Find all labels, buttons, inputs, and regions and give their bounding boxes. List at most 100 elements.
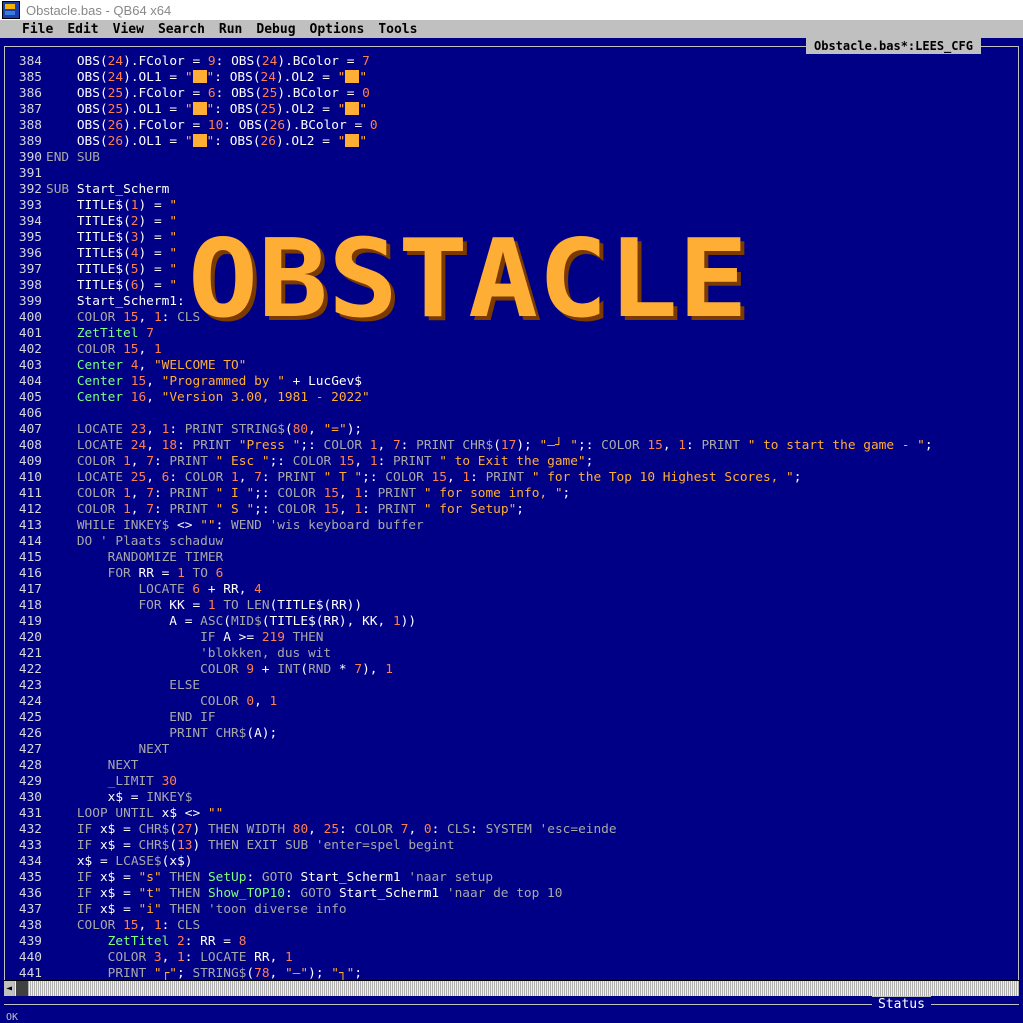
code-line[interactable]: 400 COLOR 15, 1: CLS (8, 310, 1016, 326)
code-text[interactable]: A = ASC(MID$(TITLE$(RR), KK, 1)) (46, 614, 416, 629)
code-text[interactable]: _LIMIT 30 (46, 774, 177, 789)
code-text[interactable]: SUB Start_Scherm (46, 182, 169, 197)
code-line[interactable]: 386 OBS(25).FColor = 6: OBS(25).BColor =… (8, 86, 1016, 102)
code-line[interactable]: 404 Center 15, "Programmed by " + LucGev… (8, 374, 1016, 390)
code-text[interactable]: PRINT "┌"; STRING$(78, "—"); "┐"; (46, 966, 362, 981)
code-text[interactable]: OBS(24).OL1 = " ": OBS(24).OL2 = " " (46, 70, 367, 85)
code-line[interactable]: 396 TITLE$(4) = " (8, 246, 1016, 262)
code-text[interactable]: COLOR 1, 7: PRINT " S ";: COLOR 15, 1: P… (46, 502, 524, 517)
code-text[interactable]: TITLE$(2) = " (46, 214, 177, 229)
file-tab[interactable]: Obstacle.bas*:LEES_CFG (806, 38, 981, 54)
code-line[interactable]: 409 COLOR 1, 7: PRINT " Esc ";: COLOR 15… (8, 454, 1016, 470)
code-text[interactable]: COLOR 15, 1 (46, 342, 162, 357)
code-text[interactable]: LOCATE 24, 18: PRINT "Press ";: COLOR 1,… (46, 438, 933, 453)
code-line[interactable]: 406 (8, 406, 1016, 422)
code-text[interactable]: NEXT (46, 742, 169, 757)
code-lines[interactable]: 384 OBS(24).FColor = 9: OBS(24).BColor =… (8, 54, 1016, 982)
code-line[interactable]: 413 WHILE INKEY$ <> "": WEND 'wis keyboa… (8, 518, 1016, 534)
code-text[interactable]: x$ = LCASE$(x$) (46, 854, 193, 869)
code-text[interactable]: DO ' Plaats schaduw (46, 534, 223, 549)
code-line[interactable]: 392 SUB Start_Scherm (8, 182, 1016, 198)
code-text[interactable]: OBS(25).OL1 = " ": OBS(25).OL2 = " " (46, 102, 367, 117)
code-text[interactable]: ELSE (46, 678, 200, 693)
code-line[interactable]: 414 DO ' Plaats schaduw (8, 534, 1016, 550)
code-text[interactable]: IF x$ = CHR$(13) THEN EXIT SUB 'enter=sp… (46, 838, 455, 853)
code-text[interactable]: OBS(25).FColor = 6: OBS(25).BColor = 0 (46, 86, 370, 101)
code-text[interactable]: TITLE$(1) = " (46, 198, 177, 213)
code-line[interactable]: 438 COLOR 15, 1: CLS (8, 918, 1016, 934)
code-line[interactable]: 437 IF x$ = "i" THEN 'toon diverse info (8, 902, 1016, 918)
code-line[interactable]: 388 OBS(26).FColor = 10: OBS(26).BColor … (8, 118, 1016, 134)
code-text[interactable]: COLOR 9 + INT(RND * 7), 1 (46, 662, 393, 677)
code-text[interactable]: x$ = INKEY$ (46, 790, 193, 805)
code-text[interactable]: Center 4, "WELCOME TO" (46, 358, 247, 373)
code-line[interactable]: 435 IF x$ = "s" THEN SetUp: GOTO Start_S… (8, 870, 1016, 886)
code-text[interactable]: Center 15, "Programmed by " + LucGev$ (46, 374, 362, 389)
code-line[interactable]: 429 _LIMIT 30 (8, 774, 1016, 790)
code-text[interactable]: LOCATE 25, 6: COLOR 1, 7: PRINT " T ";: … (46, 470, 802, 485)
code-line[interactable]: 424 COLOR 0, 1 (8, 694, 1016, 710)
code-text[interactable]: LOCATE 6 + RR, 4 (46, 582, 261, 597)
code-line[interactable]: 387 OBS(25).OL1 = " ": OBS(25).OL2 = " " (8, 102, 1016, 118)
code-line[interactable]: 391 (8, 166, 1016, 182)
code-line[interactable]: 401 ZetTitel 7 (8, 326, 1016, 342)
code-text[interactable]: COLOR 1, 7: PRINT " Esc ";: COLOR 15, 1:… (46, 454, 594, 469)
menu-file[interactable]: File (22, 22, 53, 37)
code-text[interactable]: LOOP UNTIL x$ <> "" (46, 806, 224, 821)
code-line[interactable]: 440 COLOR 3, 1: LOCATE RR, 1 (8, 950, 1016, 966)
code-text[interactable]: RANDOMIZE TIMER (46, 550, 224, 565)
code-text[interactable]: LOCATE 23, 1: PRINT STRING$(80, "="); (46, 422, 362, 437)
code-text[interactable]: IF x$ = "t" THEN Show_TOP10: GOTO Start_… (46, 886, 563, 901)
code-text[interactable]: IF x$ = "i" THEN 'toon diverse info (46, 902, 347, 917)
code-line[interactable]: 431 LOOP UNTIL x$ <> "" (8, 806, 1016, 822)
code-line[interactable]: 407 LOCATE 23, 1: PRINT STRING$(80, "=")… (8, 422, 1016, 438)
code-text[interactable]: WHILE INKEY$ <> "": WEND 'wis keyboard b… (46, 518, 424, 533)
menu-tools[interactable]: Tools (378, 22, 417, 37)
code-text[interactable]: FOR RR = 1 TO 6 (46, 566, 224, 581)
code-line[interactable]: 389 OBS(26).OL1 = " ": OBS(26).OL2 = " " (8, 134, 1016, 150)
code-text[interactable]: FOR KK = 1 TO LEN(TITLE$(RR)) (46, 598, 362, 613)
scroll-thumb[interactable] (16, 981, 28, 996)
code-line[interactable]: 394 TITLE$(2) = " (8, 214, 1016, 230)
code-line[interactable]: 417 LOCATE 6 + RR, 4 (8, 582, 1016, 598)
code-line[interactable]: 427 NEXT (8, 742, 1016, 758)
menu-view[interactable]: View (113, 22, 144, 37)
code-line[interactable]: 422 COLOR 9 + INT(RND * 7), 1 (8, 662, 1016, 678)
code-line[interactable]: 433 IF x$ = CHR$(13) THEN EXIT SUB 'ente… (8, 838, 1016, 854)
code-text[interactable]: OBS(26).FColor = 10: OBS(26).BColor = 0 (46, 118, 378, 133)
code-line[interactable]: 426 PRINT CHR$(A); (8, 726, 1016, 742)
horizontal-scrollbar[interactable]: ◄ (4, 980, 1019, 996)
code-line[interactable]: 399 Start_Scherm1: (8, 294, 1016, 310)
code-line[interactable]: 428 NEXT (8, 758, 1016, 774)
code-text[interactable]: COLOR 15, 1: CLS (46, 310, 200, 325)
code-text[interactable]: TITLE$(5) = " (46, 262, 177, 277)
code-text[interactable]: IF x$ = CHR$(27) THEN WIDTH 80, 25: COLO… (46, 822, 617, 837)
code-line[interactable]: 430 x$ = INKEY$ (8, 790, 1016, 806)
code-line[interactable]: 403 Center 4, "WELCOME TO" (8, 358, 1016, 374)
code-line[interactable]: 411 COLOR 1, 7: PRINT " I ";: COLOR 15, … (8, 486, 1016, 502)
code-text[interactable]: PRINT CHR$(A); (46, 726, 277, 741)
code-line[interactable]: 384 OBS(24).FColor = 9: OBS(24).BColor =… (8, 54, 1016, 70)
code-line[interactable]: 421 'blokken, dus wit (8, 646, 1016, 662)
code-text[interactable]: COLOR 1, 7: PRINT " I ";: COLOR 15, 1: P… (46, 486, 570, 501)
code-text[interactable]: COLOR 0, 1 (46, 694, 277, 709)
code-text[interactable]: TITLE$(3) = " (46, 230, 177, 245)
code-text[interactable]: ZetTitel 2: RR = 8 (46, 934, 247, 949)
code-line[interactable]: 390 END SUB (8, 150, 1016, 166)
code-line[interactable]: 436 IF x$ = "t" THEN Show_TOP10: GOTO St… (8, 886, 1016, 902)
menu-options[interactable]: Options (310, 22, 365, 37)
code-text[interactable]: Start_Scherm1: (46, 294, 185, 309)
code-line[interactable]: 423 ELSE (8, 678, 1016, 694)
code-line[interactable]: 402 COLOR 15, 1 (8, 342, 1016, 358)
code-text[interactable]: END IF (46, 710, 215, 725)
code-text[interactable]: TITLE$(4) = " (46, 246, 177, 261)
code-line[interactable]: 395 TITLE$(3) = " (8, 230, 1016, 246)
code-text[interactable]: IF A >= 219 THEN (46, 630, 323, 645)
code-text[interactable]: OBS(24).FColor = 9: OBS(24).BColor = 7 (46, 54, 370, 69)
code-line[interactable]: 408 LOCATE 24, 18: PRINT "Press ";: COLO… (8, 438, 1016, 454)
code-text[interactable]: ZetTitel 7 (46, 326, 154, 341)
code-text[interactable]: END SUB (46, 150, 100, 165)
code-text[interactable]: COLOR 15, 1: CLS (46, 918, 200, 933)
menu-run[interactable]: Run (219, 22, 242, 37)
code-line[interactable]: 398 TITLE$(6) = " (8, 278, 1016, 294)
